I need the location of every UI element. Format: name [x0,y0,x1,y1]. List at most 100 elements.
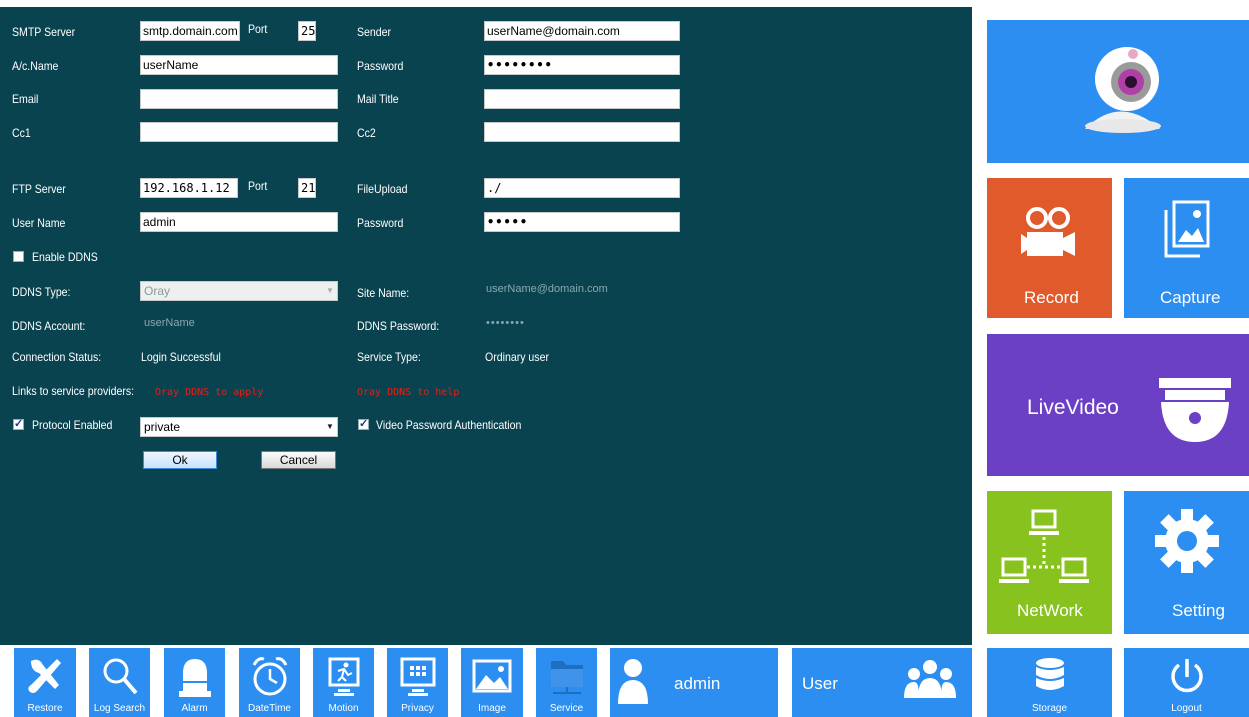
account-name-label: A/c.Name [12,59,59,73]
service-label: Service [549,703,584,714]
settings-panel: SMTP Server smtp.domain.com Port 25 Send… [0,7,972,645]
ddns-type-value: Oray [144,284,171,298]
ddns-password-value[interactable]: •••••••• [486,315,525,331]
current-user-name: admin [674,674,721,693]
restore-label: Restore [27,703,63,714]
cancel-button[interactable]: Cancel [261,451,336,469]
connection-status-value: Login Successful [141,350,221,364]
record-tile[interactable]: Record [987,178,1112,318]
site-name-label: Site Name: [357,286,410,300]
database-icon [1035,658,1064,690]
cc1-input[interactable] [140,122,338,142]
protocol-enabled-checkbox[interactable] [13,417,24,430]
file-upload-label: FileUpload [357,182,408,196]
ddns-type-label: DDNS Type: [12,285,71,299]
setting-tile[interactable]: Setting [1124,491,1249,634]
smtp-server-label: SMTP Server [12,25,76,39]
livevideo-tile[interactable]: LiveVideo [987,334,1249,476]
logout-button[interactable]: Logout [1124,648,1249,717]
video-auth-label: Video Password Authentication [376,418,522,432]
mail-title-input[interactable] [484,89,680,109]
folder-network-icon [550,661,583,694]
capture-label: Capture [1160,288,1221,307]
storage-button[interactable]: Storage [987,648,1112,717]
file-upload-input[interactable]: ./ [484,178,680,198]
capture-tile[interactable]: Capture [1124,178,1249,318]
service-type-value: Ordinary user [485,350,549,364]
service-type-label: Service Type: [357,350,421,364]
log-search-label: Log Search [93,703,146,714]
ftp-password-input[interactable]: ••••• [484,212,680,232]
smtp-server-input[interactable]: smtp.domain.com [140,21,240,41]
chevron-down-icon: ▼ [326,422,334,431]
smtp-port-input[interactable]: 25 [298,21,316,41]
site-name-value[interactable]: userName@domain.com [486,281,608,297]
alarm-light-icon [178,659,211,697]
dome-camera-icon [1159,378,1231,442]
motion-button[interactable]: Motion [313,648,374,717]
gear-icon [1155,509,1219,573]
webcam-tile[interactable] [987,20,1249,163]
users-group-icon [904,660,956,698]
email-label: Email [12,92,39,106]
network-icon [999,509,1089,583]
privacy-button[interactable]: Privacy [387,648,448,717]
tools-icon [28,659,61,693]
apply-link[interactable]: Oray DDNS to apply [155,386,263,400]
user-account-tile[interactable]: admin [610,648,778,717]
privacy-label: Privacy [401,703,434,714]
ddns-type-select[interactable]: Oray ▼ [140,281,338,301]
image-button[interactable]: Image [461,648,523,717]
video-auth-checkbox[interactable] [358,417,369,430]
storage-label: Storage [1031,703,1068,714]
email-input[interactable] [140,89,338,109]
service-button[interactable]: Service [536,648,597,717]
alarm-label: Alarm [181,703,208,714]
ftp-user-label: User Name [12,216,66,230]
chevron-down-icon: ▼ [326,286,334,295]
ftp-user-input[interactable]: admin [140,212,338,232]
protocol-select[interactable]: private ▼ [140,417,338,437]
ddns-account-value[interactable]: userName [144,315,195,331]
protocol-value: private [144,420,181,434]
smtp-password-input[interactable]: •••••••• [484,55,680,75]
user-management-tile[interactable]: User [792,648,972,717]
alarm-button[interactable]: Alarm [164,648,225,717]
ftp-password-label: Password [357,216,404,230]
datetime-button[interactable]: DateTime [239,648,300,717]
service-links-label: Links to service providers: [12,384,135,398]
smtp-port-label: Port [248,22,268,36]
setting-label: Setting [1172,601,1225,620]
motion-icon [328,657,359,696]
connection-status-label: Connection Status: [12,350,102,364]
ftp-port-label: Port [248,179,268,193]
video-camera-icon [1021,207,1075,256]
datetime-label: DateTime [248,703,291,714]
cc2-label: Cc2 [357,126,376,140]
cc2-input[interactable] [484,122,680,142]
ftp-server-input[interactable]: 192.168.1.12 [140,178,238,198]
privacy-screen-icon [400,657,435,696]
sender-input[interactable]: userName@domain.com [484,21,680,41]
search-icon [103,658,138,695]
log-search-button[interactable]: Log Search [89,648,150,717]
help-link[interactable]: Oray DDNS to help [357,386,459,400]
user-icon [618,659,648,704]
cc1-label: Cc1 [12,126,31,140]
ddns-account-label: DDNS Account: [12,319,86,333]
network-tile[interactable]: NetWork [987,491,1112,634]
power-icon [1170,659,1203,693]
user-management-label: User [802,674,838,693]
protocol-enabled-label: Protocol Enabled [32,418,113,432]
ok-button[interactable]: Ok [143,451,217,469]
smtp-password-label: Password [357,59,404,73]
photos-icon [1164,200,1210,258]
account-name-input[interactable]: userName [140,55,338,75]
webcam-icon [1085,47,1161,133]
image-icon [472,659,512,693]
restore-button[interactable]: Restore [14,648,76,717]
ftp-port-input[interactable]: 21 [298,178,316,198]
sender-label: Sender [357,25,392,39]
enable-ddns-checkbox[interactable] [13,251,24,262]
ftp-server-label: FTP Server [12,182,66,196]
